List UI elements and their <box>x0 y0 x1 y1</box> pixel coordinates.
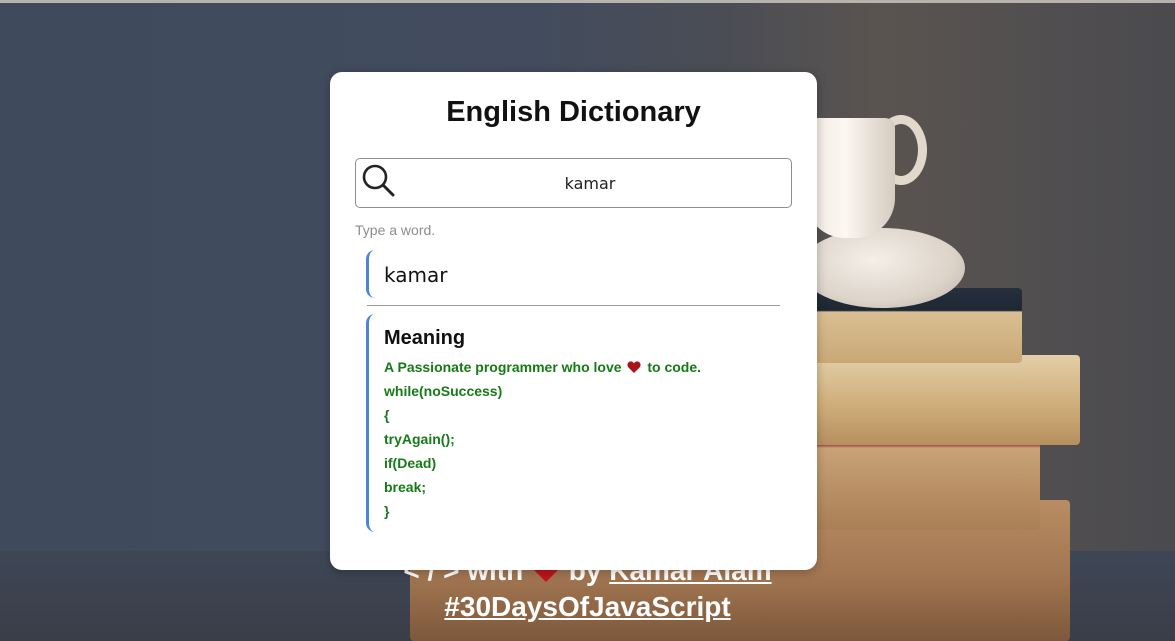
background-saucer <box>800 228 965 308</box>
meaning-line: while(noSuccess) <box>384 383 503 399</box>
result-word: kamar <box>384 263 448 287</box>
dictionary-card: English Dictionary Type a word. kamar Me… <box>330 72 817 570</box>
meaning-line-text: to code. <box>647 359 702 375</box>
meaning-line: A Passionate programmer who love to code… <box>384 355 779 379</box>
meaning-heading: Meaning <box>384 327 466 349</box>
meaning-line: tryAgain(); <box>384 431 455 447</box>
meaning-line: break; <box>384 479 427 495</box>
meaning-line: if(Dead) <box>384 455 437 471</box>
search-box[interactable] <box>355 158 792 208</box>
meaning-line: } <box>384 503 390 519</box>
meaning-line: { <box>384 407 390 423</box>
footer-hashtag: #30DaysOfJavaScript <box>0 589 1175 625</box>
background-book <box>780 355 1080 445</box>
search-input[interactable] <box>400 165 780 201</box>
meaning-line-text: A Passionate programmer who love <box>384 359 622 375</box>
result-word-block: kamar <box>366 250 779 298</box>
search-hint: Type a word. <box>355 222 436 238</box>
meaning-block: Meaning A Passionate programmer who love… <box>366 314 779 532</box>
heart-icon <box>627 356 642 373</box>
hashtag-link[interactable]: #30DaysOfJavaScript <box>444 591 730 622</box>
top-border <box>0 0 1175 3</box>
search-icon <box>360 162 396 198</box>
page-title: English Dictionary <box>446 96 701 128</box>
background-book <box>800 430 1040 530</box>
divider <box>367 305 780 306</box>
background-teacup <box>805 118 895 238</box>
